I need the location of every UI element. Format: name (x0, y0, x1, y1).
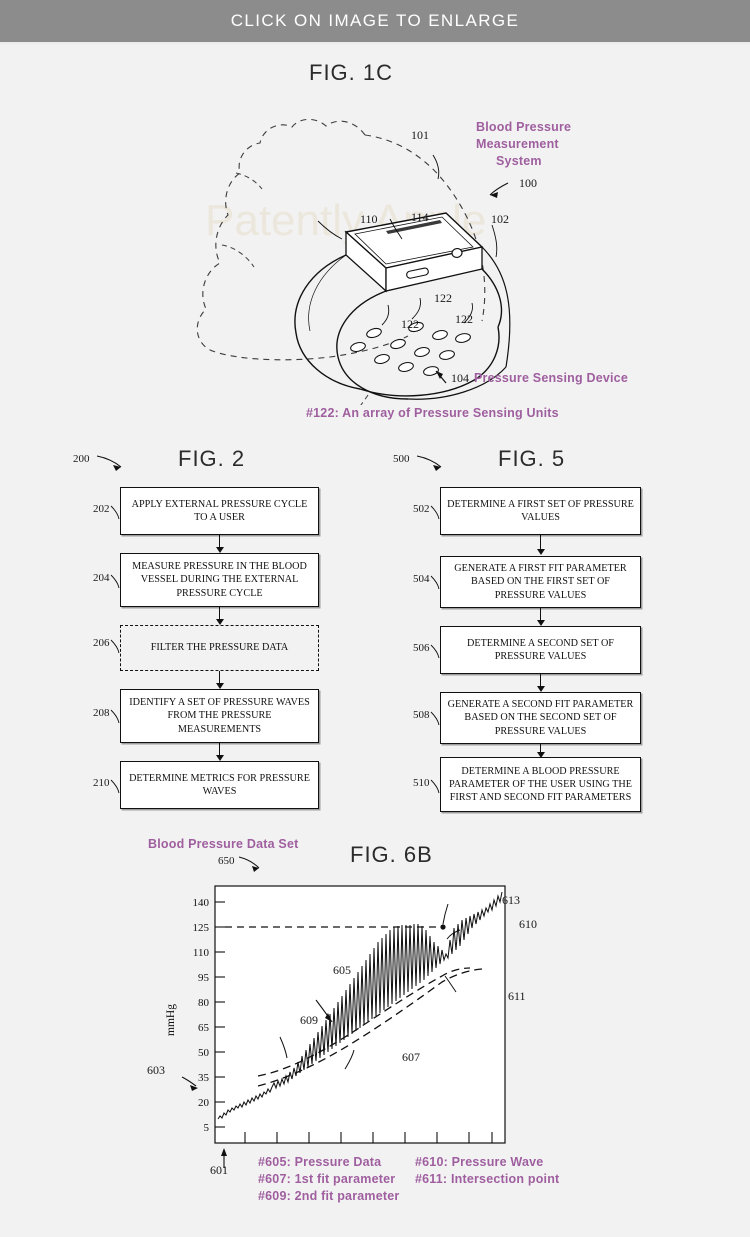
chart-ref-609: 609 (300, 1013, 318, 1027)
chart-ref-601: 601 (210, 1163, 228, 1177)
svg-text:mmHg: mmHg (165, 1004, 177, 1036)
ref-122-b: 122 (401, 317, 419, 331)
fig2-step-3: FILTER THE PRESSURE DATA (120, 625, 319, 671)
fig6b-title: FIG. 6B (350, 842, 433, 867)
fig2-title: FIG. 2 (178, 446, 246, 471)
svg-text:20: 20 (198, 1097, 210, 1109)
fig2-flow-arrow (96, 455, 122, 471)
fig5-step-4-number: 508 (413, 709, 430, 721)
fig5-step-5-number: 510 (413, 777, 430, 789)
chart-ref-613: 613 (502, 893, 520, 907)
fig2-step-1-number: 202 (93, 503, 110, 515)
chart-ref-607: 607 (402, 1050, 420, 1064)
click-to-enlarge-banner[interactable]: CLICK ON IMAGE TO ENLARGE (0, 0, 750, 42)
ref-110: 110 (360, 212, 378, 226)
system-title-line3: System (496, 154, 542, 168)
ref-101: 101 (411, 128, 429, 142)
fig2-leader-202 (110, 505, 120, 520)
fig2-step-5-number: 210 (93, 777, 110, 789)
fig2-leader-210 (110, 779, 120, 794)
fig5-flow-number: 500 (393, 453, 410, 465)
fig2-step-1: APPLY EXTERNAL PRESSURE CYCLE TO A USER (120, 487, 319, 535)
fig5-leader-506 (430, 644, 440, 659)
banner-bottom-edge (0, 42, 750, 45)
ref-122-c: 122 (455, 312, 473, 326)
fig5-leader-504 (430, 575, 440, 590)
svg-text:125: 125 (193, 922, 210, 934)
fig6b-dataset-arrow (238, 856, 260, 872)
sensor-array-note: #122: An array of Pressure Sensing Units (306, 406, 559, 420)
ref-114: 114 (411, 210, 429, 224)
fig5-leader-510 (430, 779, 440, 794)
chart-ref-611: 611 (508, 989, 526, 1003)
legend-item-607: #607: 1st fit parameter (258, 1172, 396, 1186)
fig5-leader-502 (430, 505, 440, 520)
chart-ref-603: 603 (147, 1063, 165, 1077)
svg-text:5: 5 (204, 1122, 210, 1134)
svg-text:65: 65 (198, 1022, 210, 1034)
chart-ref-610: 610 (519, 917, 537, 931)
legend-item-605: #605: Pressure Data (258, 1155, 382, 1169)
fig5-step-2: GENERATE A FIRST FIT PARAMETER BASED ON … (440, 556, 641, 608)
legend-item-610: #610: Pressure Wave (415, 1155, 544, 1169)
fig2-step-5: DETERMINE METRICS FOR PRESSURE WAVES (120, 761, 319, 809)
fig2-flow-number: 200 (73, 453, 90, 465)
fig2-step-2: MEASURE PRESSURE IN THE BLOOD VESSEL DUR… (120, 553, 319, 607)
ref-100: 100 (519, 176, 537, 190)
svg-text:140: 140 (193, 897, 210, 909)
fig5-step-1: DETERMINE A FIRST SET OF PRESSURE VALUES (440, 487, 641, 535)
fig6b-dataset-number: 650 (218, 855, 235, 867)
fig5-step-4: GENERATE A SECOND FIT PARAMETER BASED ON… (440, 692, 641, 744)
banner-label: CLICK ON IMAGE TO ENLARGE (230, 11, 520, 30)
svg-text:110: 110 (193, 947, 210, 959)
fig2-step-4-number: 208 (93, 707, 110, 719)
legend-item-611: #611: Intersection point (415, 1172, 560, 1186)
fig1c-title: FIG. 1C (309, 60, 394, 85)
pressure-sensing-device-label: Pressure Sensing Device (474, 371, 628, 385)
fig2-step-4: IDENTIFY A SET OF PRESSURE WAVES FROM TH… (120, 689, 319, 743)
fig2-step-3-number: 206 (93, 637, 110, 649)
fig5-leader-508 (430, 711, 440, 726)
fig5-title: FIG. 5 (498, 446, 566, 471)
fig5-step-1-number: 502 (413, 503, 430, 515)
svg-text:35: 35 (198, 1072, 210, 1084)
svg-text:95: 95 (198, 972, 210, 984)
fig5-flow-arrow (416, 455, 442, 471)
fig2-leader-206 (110, 639, 120, 654)
system-title-line1: Blood Pressure (476, 120, 572, 134)
fig2-leader-208 (110, 709, 120, 724)
fig5-step-2-number: 504 (413, 573, 430, 585)
fig2-step-2-number: 204 (93, 572, 110, 584)
fig5-step-3: DETERMINE A SECOND SET OF PRESSURE VALUE… (440, 626, 641, 674)
fig6b-dataset-label: Blood Pressure Data Set (148, 837, 299, 851)
ref-104: 104 (451, 371, 469, 385)
chart-ref-605: 605 (333, 963, 351, 977)
system-title-line2: Measurement (476, 137, 559, 151)
svg-text:80: 80 (198, 997, 210, 1009)
ref-102: 102 (491, 212, 509, 226)
fig5-arrow-1 (536, 549, 545, 555)
ref-122-a: 122 (434, 291, 452, 305)
fig5-step-3-number: 506 (413, 642, 430, 654)
fig2-leader-204 (110, 574, 120, 589)
fig5-step-5: DETERMINE A BLOOD PRESSURE PARAMETER OF … (440, 757, 641, 812)
svg-text:50: 50 (198, 1047, 210, 1059)
legend-item-609: #609: 2nd fit parameter (258, 1189, 400, 1203)
